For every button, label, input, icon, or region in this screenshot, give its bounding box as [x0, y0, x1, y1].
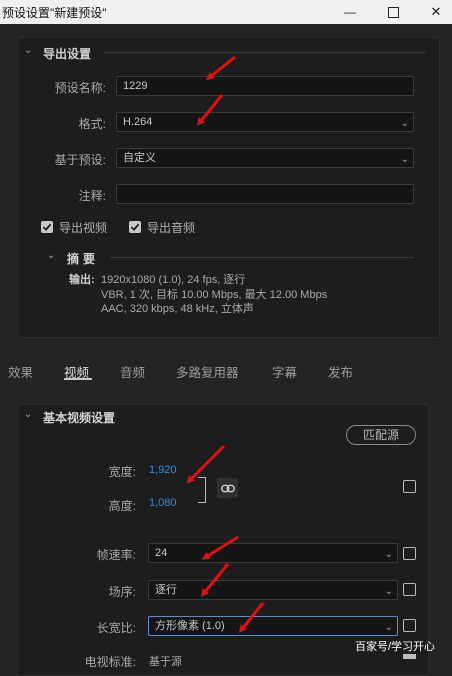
- chain-link-icon: [220, 484, 235, 492]
- chevron-down-icon: ⌄: [384, 586, 393, 597]
- divider: [104, 52, 426, 53]
- height-value[interactable]: 1,080: [149, 497, 177, 509]
- preset-name-input[interactable]: 1229: [116, 76, 414, 96]
- window-title: 预设设置"新建预设": [2, 6, 107, 20]
- frame-rate-override-checkbox[interactable]: [403, 547, 416, 560]
- title-bar: 预设设置"新建预设" — ✕: [0, 0, 452, 24]
- tv-standard-override-checkbox[interactable]: [403, 654, 416, 659]
- base-preset-select[interactable]: 自定义 ⌄: [116, 148, 414, 168]
- summary-output-label: 输出:: [69, 274, 95, 286]
- tab-publish[interactable]: 发布: [328, 362, 353, 381]
- export-audio-checkbox[interactable]: [129, 221, 141, 233]
- basic-video-settings-title: 基本视频设置: [43, 411, 116, 425]
- frame-rate-select[interactable]: 24 ⌄: [148, 543, 398, 563]
- summary-line: AAC, 320 kbps, 48 kHz, 立体声: [101, 303, 254, 315]
- chevron-down-icon: ⌄: [384, 549, 393, 560]
- preset-name-label: 预设名称:: [54, 81, 106, 95]
- aspect-ratio-value: 方形像素 (1.0): [155, 620, 225, 632]
- chevron-down-icon: ⌄: [400, 154, 409, 165]
- close-button[interactable]: ✕: [416, 0, 452, 24]
- field-order-label: 场序:: [108, 585, 136, 599]
- tab-audio[interactable]: 音频: [120, 362, 145, 381]
- active-tab-indicator: [64, 378, 92, 380]
- base-preset-label: 基于预设:: [54, 153, 106, 167]
- field-order-value: 逐行: [155, 584, 177, 596]
- tv-standard-label: 电视标准:: [84, 655, 136, 669]
- chevron-down-icon[interactable]: ⌄: [24, 45, 32, 56]
- chevron-down-icon[interactable]: ⌄: [47, 250, 55, 261]
- export-video-checkbox[interactable]: [41, 221, 53, 233]
- chevron-down-icon[interactable]: ⌄: [24, 409, 32, 420]
- link-dimensions-button[interactable]: [217, 478, 238, 498]
- format-value: H.264: [123, 116, 153, 128]
- match-source-button[interactable]: 匹配源: [346, 425, 416, 445]
- aspect-link-bracket: [198, 477, 206, 503]
- minimize-icon: —: [344, 5, 356, 19]
- chevron-down-icon: ⌄: [400, 118, 409, 129]
- format-select[interactable]: H.264 ⌄: [116, 112, 414, 132]
- export-settings-title: 导出设置: [43, 47, 92, 61]
- width-label: 宽度:: [108, 465, 136, 479]
- frame-rate-label: 帧速率:: [96, 548, 136, 562]
- watermark: 百家号/学习开心: [355, 641, 436, 653]
- field-order-override-checkbox[interactable]: [403, 583, 416, 596]
- export-audio-label: 导出音频: [147, 221, 196, 235]
- dimensions-override-checkbox[interactable]: [403, 480, 416, 493]
- aspect-ratio-select[interactable]: 方形像素 (1.0) ⌄: [148, 616, 398, 636]
- maximize-button[interactable]: [373, 0, 413, 24]
- width-value[interactable]: 1,920: [149, 464, 177, 476]
- tv-standard-value[interactable]: 基于源: [149, 653, 182, 669]
- checkmark-icon: [42, 223, 52, 231]
- aspect-ratio-label: 长宽比:: [96, 621, 136, 635]
- tab-multiplexer[interactable]: 多路复用器: [176, 362, 239, 381]
- divider: [110, 257, 414, 258]
- frame-rate-value: 24: [155, 547, 168, 559]
- comment-input[interactable]: [116, 184, 414, 204]
- tab-effects[interactable]: 效果: [8, 362, 33, 381]
- comment-label: 注释:: [78, 189, 106, 203]
- export-video-label: 导出视频: [59, 221, 108, 235]
- tab-captions[interactable]: 字幕: [272, 362, 297, 381]
- maximize-icon: [387, 6, 399, 18]
- chevron-down-icon: ⌄: [384, 622, 393, 633]
- format-label: 格式:: [78, 117, 106, 131]
- base-preset-value: 自定义: [123, 152, 156, 164]
- summary-line: 1920x1080 (1.0), 24 fps, 逐行: [101, 274, 246, 286]
- field-order-select[interactable]: 逐行 ⌄: [148, 580, 398, 600]
- close-icon: ✕: [430, 4, 442, 19]
- aspect-ratio-override-checkbox[interactable]: [403, 619, 416, 632]
- checkmark-icon: [130, 223, 140, 231]
- summary-title: 摘要: [67, 252, 100, 266]
- minimize-button[interactable]: —: [330, 0, 370, 24]
- height-label: 高度:: [108, 499, 136, 513]
